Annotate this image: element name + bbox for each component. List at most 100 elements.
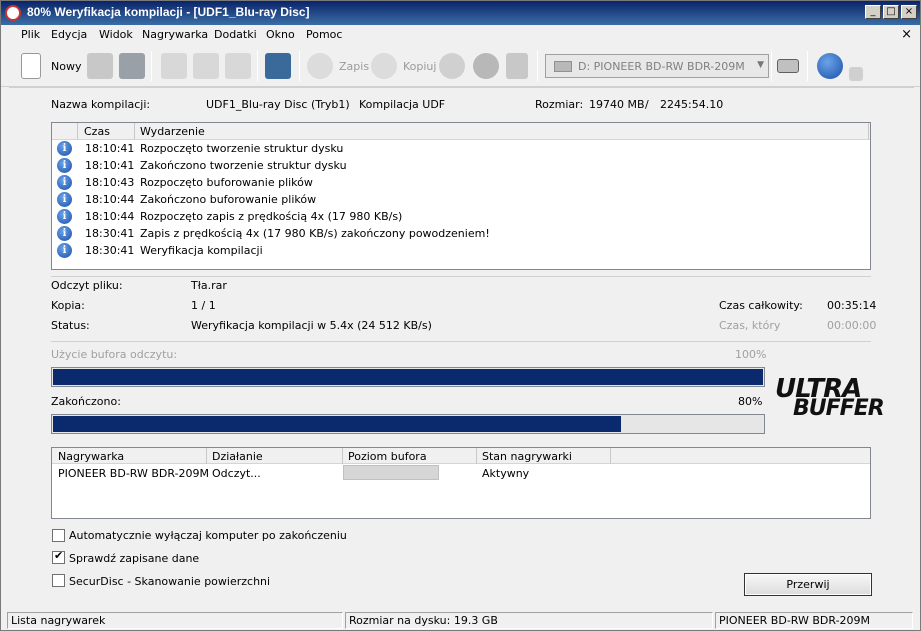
buffer-usage-bar bbox=[51, 367, 765, 387]
total-time-value: 00:35:14 bbox=[827, 299, 877, 312]
toolbar-separator bbox=[807, 51, 808, 81]
column-divider bbox=[77, 123, 78, 139]
erase-icon[interactable] bbox=[506, 53, 528, 79]
statusbar-middle-text: Rozmiar na dysku: 19.3 GB bbox=[349, 614, 498, 627]
column-divider bbox=[476, 448, 477, 464]
column-recorder[interactable]: Nagrywarka bbox=[58, 450, 124, 463]
compilation-name-value: UDF1_Blu-ray Disc (Tryb1) bbox=[206, 98, 350, 111]
buffer-level-bar bbox=[343, 465, 439, 480]
mdi-close-icon[interactable]: × bbox=[901, 27, 912, 42]
stop-button[interactable]: Przerwij bbox=[744, 573, 872, 596]
log-time: 18:10:41 bbox=[85, 159, 135, 172]
log-event: Rozpoczęto tworzenie struktur dysku bbox=[140, 142, 344, 155]
securdisc-scan-checkbox[interactable] bbox=[52, 574, 65, 587]
securdisc-scan-label[interactable]: SecurDisc - Skanowanie powierzchni bbox=[69, 575, 270, 588]
close-button[interactable]: × bbox=[901, 5, 917, 19]
window-title: 80% Weryfikacja kompilacji - [UDF1_Blu-r… bbox=[27, 5, 310, 19]
log-row: i 18:10:44 Zakończono buforowanie plików bbox=[52, 191, 870, 208]
total-time-label: Czas całkowity: bbox=[719, 299, 803, 312]
column-recorder-state[interactable]: Stan nagrywarki bbox=[482, 450, 572, 463]
menu-extras[interactable]: Dodatki bbox=[214, 28, 257, 41]
column-divider bbox=[610, 448, 611, 464]
menu-recorder[interactable]: Nagrywarka bbox=[142, 28, 208, 41]
column-event[interactable]: Wydarzenie bbox=[140, 125, 205, 138]
column-divider bbox=[868, 123, 869, 139]
new-button-label[interactable]: Nowy bbox=[51, 60, 81, 73]
toolbar-overflow-icon[interactable] bbox=[849, 67, 863, 81]
log-time: 18:30:41 bbox=[85, 244, 135, 257]
eject-icon[interactable] bbox=[473, 53, 499, 79]
statusbar-recorder-list: Lista nagrywarek bbox=[7, 612, 343, 629]
minimize-button[interactable]: _ bbox=[865, 5, 881, 19]
nero-app-icon bbox=[5, 5, 21, 21]
disc-info-icon[interactable] bbox=[439, 53, 465, 79]
completed-percent: 80% bbox=[738, 395, 763, 408]
remaining-time-label: Czas, który bbox=[719, 319, 781, 332]
verify-data-checkbox[interactable]: ✔ bbox=[52, 549, 65, 564]
buffer-usage-label: Użycie bufora odczytu: bbox=[51, 348, 178, 361]
paste-icon[interactable] bbox=[225, 53, 251, 79]
size-label: Rozmiar: bbox=[535, 98, 584, 111]
menu-window[interactable]: Okno bbox=[266, 28, 295, 41]
drive-icon bbox=[554, 61, 572, 72]
divider bbox=[9, 87, 914, 88]
recorder-state: Aktywny bbox=[482, 467, 530, 480]
verify-data-label[interactable]: Sprawdź zapisane dane bbox=[69, 552, 199, 565]
auto-shutdown-label[interactable]: Automatycznie wyłączaj komputer po zakoń… bbox=[69, 529, 347, 542]
help-info-icon[interactable] bbox=[817, 53, 843, 79]
copy-icon[interactable] bbox=[193, 53, 219, 79]
info-icon: i bbox=[57, 192, 72, 207]
column-time[interactable]: Czas bbox=[84, 125, 110, 138]
divider bbox=[51, 341, 871, 342]
burn-button-label[interactable]: Zapis bbox=[339, 60, 369, 73]
info-icon: i bbox=[57, 209, 72, 224]
toolbar-separator bbox=[299, 51, 300, 81]
menu-view[interactable]: Widok bbox=[99, 28, 133, 41]
file-read-value: Tła.rar bbox=[191, 279, 227, 292]
copy-value: 1 / 1 bbox=[191, 299, 216, 312]
auto-shutdown-checkbox[interactable] bbox=[52, 529, 65, 542]
status-bar: Lista nagrywarek Rozmiar na dysku: 19.3 … bbox=[1, 610, 920, 630]
save-icon[interactable] bbox=[119, 53, 145, 79]
column-divider bbox=[342, 448, 343, 464]
recorder-icon[interactable] bbox=[777, 59, 799, 73]
toolbar-separator bbox=[537, 51, 538, 81]
log-event: Zakończono tworzenie struktur dysku bbox=[140, 159, 347, 172]
chevron-down-icon[interactable]: ▼ bbox=[757, 60, 764, 70]
open-icon[interactable] bbox=[87, 53, 113, 79]
buffer-usage-percent: 100% bbox=[735, 348, 767, 361]
completed-label: Zakończono: bbox=[51, 395, 121, 408]
toolbar: Nowy Zapis Kopiuj D: PIONEER BD-RW BDR-2… bbox=[1, 45, 920, 87]
statusbar-recorder: PIONEER BD-RW BDR-209M bbox=[715, 612, 913, 629]
menu-file[interactable]: Plik bbox=[21, 28, 40, 41]
copy-button-label[interactable]: Kopiuj bbox=[403, 60, 436, 73]
cut-icon[interactable] bbox=[161, 53, 187, 79]
log-event: Rozpoczęto buforowanie plików bbox=[140, 176, 313, 189]
log-event: Zakończono buforowanie plików bbox=[140, 193, 317, 206]
log-row: i 18:30:41 Weryfikacja kompilacji bbox=[52, 242, 870, 259]
completed-progress-fill bbox=[53, 416, 621, 432]
menu-bar: Plik Edycja Widok Nagrywarka Dodatki Okn… bbox=[1, 25, 920, 45]
status-value: Weryfikacja kompilacji w 5.4x (24 512 KB… bbox=[191, 319, 432, 332]
compilation-type: Kompilacja UDF bbox=[359, 98, 446, 111]
log-event: Zapis z prędkością 4x (17 980 KB/s) zako… bbox=[140, 227, 490, 240]
divider bbox=[51, 276, 871, 277]
burn-disc-icon[interactable] bbox=[307, 53, 333, 79]
statusbar-left-text: Lista nagrywarek bbox=[11, 614, 106, 627]
compile-icon[interactable] bbox=[265, 53, 291, 79]
recorder-action: Odczyt... bbox=[212, 467, 261, 480]
log-time: 18:10:43 bbox=[85, 176, 135, 189]
column-action[interactable]: Działanie bbox=[212, 450, 263, 463]
copy-disc-icon[interactable] bbox=[371, 53, 397, 79]
menu-help[interactable]: Pomoc bbox=[306, 28, 342, 41]
menu-edit[interactable]: Edycja bbox=[51, 28, 87, 41]
compilation-name-label: Nazwa kompilacji: bbox=[51, 98, 151, 111]
drive-select[interactable]: D: PIONEER BD-RW BDR-209M ▼ bbox=[545, 54, 769, 78]
status-label: Status: bbox=[51, 319, 90, 332]
title-bar: 80% Weryfikacja kompilacji - [UDF1_Blu-r… bbox=[1, 1, 920, 25]
new-document-icon[interactable] bbox=[21, 53, 41, 79]
maximize-button[interactable]: □ bbox=[883, 5, 899, 19]
column-buffer-level[interactable]: Poziom bufora bbox=[348, 450, 427, 463]
log-row: i 18:30:41 Zapis z prędkością 4x (17 980 K… bbox=[52, 225, 870, 242]
copy-label: Kopia: bbox=[51, 299, 85, 312]
